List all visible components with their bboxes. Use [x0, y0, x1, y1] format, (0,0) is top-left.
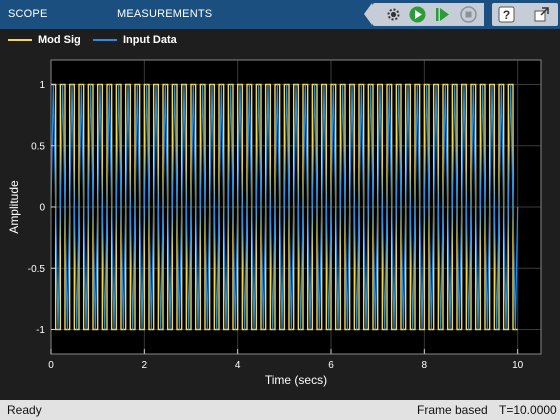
- x-tick-label: 10: [512, 360, 524, 371]
- legend-item-input-data[interactable]: Input Data: [93, 29, 177, 50]
- legend-swatch-input-data: [93, 38, 117, 41]
- x-tick-label: 2: [142, 360, 148, 371]
- frame-mode-indicator: Frame based: [417, 403, 488, 417]
- legend-item-mod-sig[interactable]: Mod Sig: [8, 29, 81, 50]
- status-bar: Ready Frame based T=10.0000: [0, 400, 560, 420]
- help-group: ?: [492, 3, 558, 26]
- y-tick-label: 0.5: [31, 141, 45, 152]
- tab-scope[interactable]: SCOPE: [8, 8, 48, 20]
- legend-label-mod-sig: Mod Sig: [38, 33, 81, 46]
- simulation-time: T=10.0000: [499, 403, 557, 417]
- y-tick-label: -0.5: [28, 264, 46, 275]
- x-tick-label: 0: [48, 360, 54, 371]
- run-icon[interactable]: [408, 5, 427, 24]
- series-layer: [50, 83, 519, 331]
- settings-gear-icon[interactable]: [384, 5, 403, 24]
- x-tick-label: 6: [328, 360, 334, 371]
- x-tick-label: 4: [235, 360, 241, 371]
- scope-plot[interactable]: 0 2 4 6 8 10 1 0.5 0 -0.5 -1 Time (secs) Amplitude: [0, 50, 560, 400]
- y-tick-label: -1: [36, 325, 45, 336]
- simulation-controls: [364, 3, 484, 26]
- plot-legend: Mod Sig Input Data: [0, 29, 560, 50]
- toolstrip: SCOPE MEASUREMENTS ?: [0, 0, 560, 29]
- y-tick-label: 0: [39, 203, 45, 214]
- legend-label-input-data: Input Data: [123, 33, 177, 46]
- y-tick-label: 1: [39, 80, 45, 91]
- x-axis-title: Time (secs): [265, 373, 327, 387]
- undock-icon[interactable]: [532, 5, 551, 24]
- step-forward-icon[interactable]: [433, 5, 452, 24]
- y-axis-title: Amplitude: [7, 180, 21, 234]
- legend-swatch-mod-sig: [8, 38, 32, 41]
- x-tick-label: 8: [422, 360, 428, 371]
- help-icon[interactable]: ?: [497, 5, 516, 24]
- svg-text:?: ?: [503, 8, 510, 22]
- tab-measurements[interactable]: MEASUREMENTS: [117, 8, 212, 20]
- status-text: Ready: [7, 403, 42, 417]
- stop-icon[interactable]: [459, 5, 478, 24]
